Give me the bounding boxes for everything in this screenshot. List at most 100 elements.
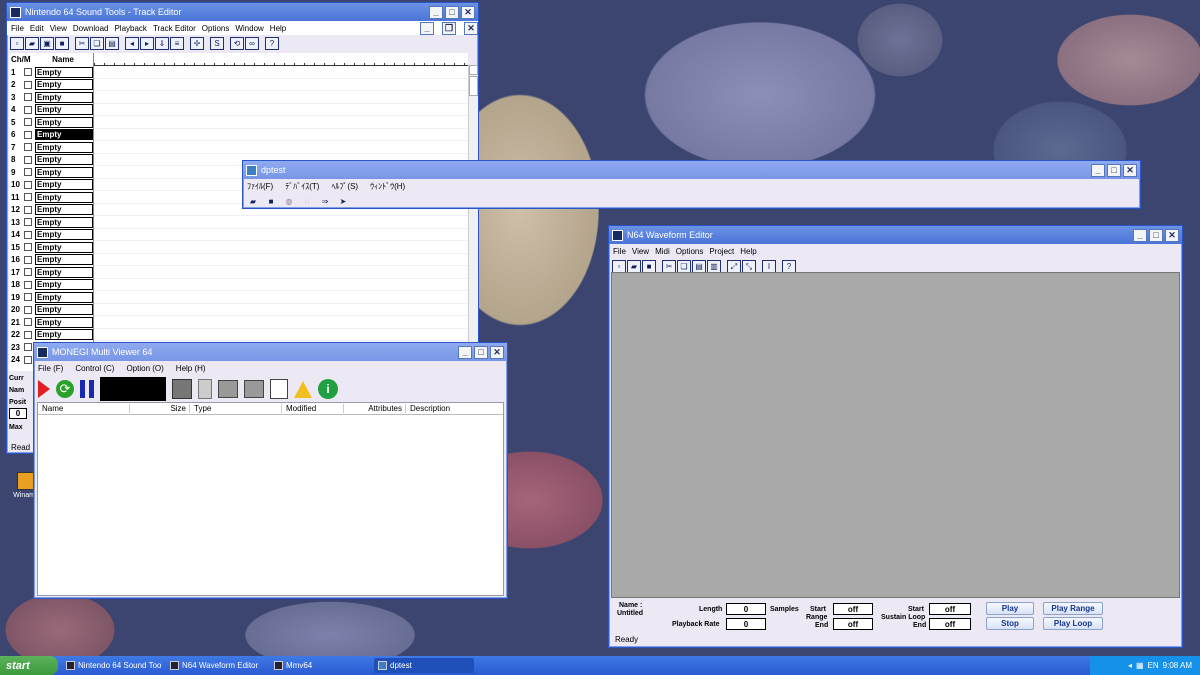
close-button[interactable]: ✕: [1165, 228, 1179, 242]
mute-checkbox[interactable]: [24, 293, 32, 302]
track-row[interactable]: 20 Empty: [9, 304, 93, 317]
track-name[interactable]: Empty: [35, 66, 93, 78]
mute-checkbox[interactable]: [24, 143, 32, 152]
column-header-attributes[interactable]: Attributes: [344, 404, 406, 413]
track-row[interactable]: 6 Empty: [9, 129, 93, 142]
track-name[interactable]: Empty: [35, 104, 93, 116]
track-name[interactable]: Empty: [35, 204, 93, 216]
loop-icon[interactable]: ⟲: [230, 37, 244, 50]
open-icon[interactable]: ▰: [25, 37, 39, 50]
minimize-button[interactable]: _: [1091, 163, 1105, 177]
track-row[interactable]: 21 Empty: [9, 316, 93, 329]
track-timeline[interactable]: [93, 53, 468, 371]
menu-help[interactable]: Help: [740, 247, 756, 256]
track-row[interactable]: 16 Empty: [9, 254, 93, 267]
menu-file[interactable]: ﾌｧｲﾙ(F): [247, 181, 273, 192]
mute-checkbox[interactable]: [24, 193, 32, 202]
column-header-name[interactable]: Name: [38, 404, 130, 413]
menu-options[interactable]: Options: [676, 247, 704, 256]
track-row[interactable]: 14 Empty: [9, 229, 93, 242]
save-icon[interactable]: ■: [264, 195, 278, 208]
mute-checkbox[interactable]: [24, 280, 32, 289]
copy-icon[interactable]: ❏: [90, 37, 104, 50]
menu-control[interactable]: Control (C): [75, 364, 114, 373]
taskbar-item-waveform[interactable]: N64 Waveform Editor: [166, 658, 266, 673]
track-row[interactable]: 1 Empty: [9, 66, 93, 79]
new-icon[interactable]: ▫: [10, 37, 24, 50]
inspect-icon[interactable]: [270, 379, 288, 399]
column-header-type[interactable]: Type: [190, 404, 282, 413]
cursor-icon[interactable]: ✢: [190, 37, 204, 50]
track-name[interactable]: Empty: [35, 116, 93, 128]
track-row[interactable]: 10 Empty: [9, 179, 93, 192]
mute-checkbox[interactable]: [24, 305, 32, 314]
run-icon[interactable]: ➤: [336, 195, 350, 208]
range-end-field[interactable]: off: [833, 618, 873, 630]
download-icon[interactable]: ⇓: [155, 37, 169, 50]
track-row[interactable]: 13 Empty: [9, 216, 93, 229]
menu-file[interactable]: File: [613, 247, 626, 256]
menu-playback[interactable]: Playback: [114, 24, 146, 33]
menu-window[interactable]: ｳｨﾝﾄﾞｳ(H): [370, 181, 405, 192]
mixer-icon[interactable]: ≡: [170, 37, 184, 50]
loop-start-field[interactable]: off: [929, 603, 971, 615]
forward-icon[interactable]: ▸: [140, 37, 154, 50]
mute-checkbox[interactable]: [24, 268, 32, 277]
track-name[interactable]: Empty: [35, 191, 93, 203]
mute-checkbox[interactable]: [24, 130, 32, 139]
network-icon[interactable]: ▦: [1136, 661, 1144, 670]
track-name[interactable]: Empty: [35, 291, 93, 303]
track-row[interactable]: 5 Empty: [9, 116, 93, 129]
save-icon[interactable]: ■: [55, 37, 69, 50]
maximize-button[interactable]: □: [1149, 228, 1163, 242]
maximize-button[interactable]: □: [474, 345, 488, 359]
menu-project[interactable]: Project: [709, 247, 734, 256]
menu-help[interactable]: Help: [270, 24, 286, 33]
mute-checkbox[interactable]: [24, 180, 32, 189]
mute-checkbox[interactable]: [24, 155, 32, 164]
mdi-close-button[interactable]: ✕: [464, 21, 478, 35]
vertical-scrollbar[interactable]: [468, 65, 478, 371]
minimize-button[interactable]: _: [429, 5, 443, 19]
play-loop-button[interactable]: Play Loop: [1043, 617, 1103, 630]
card-icon[interactable]: [198, 379, 212, 399]
language-indicator[interactable]: EN: [1148, 661, 1159, 670]
file-list[interactable]: Name Size Type Modified Attributes Descr…: [37, 402, 504, 596]
track-row[interactable]: 9 Empty: [9, 166, 93, 179]
mute-checkbox[interactable]: [24, 105, 32, 114]
rewind-icon[interactable]: ◂: [125, 37, 139, 50]
menu-file[interactable]: File: [11, 24, 24, 33]
start-button[interactable]: start: [0, 656, 58, 675]
mute-checkbox[interactable]: [24, 355, 32, 364]
menu-help[interactable]: Help (H): [176, 364, 206, 373]
dptest-titlebar[interactable]: dptest _ □ ✕: [243, 161, 1140, 179]
menu-window[interactable]: Window: [235, 24, 263, 33]
track-row[interactable]: 15 Empty: [9, 241, 93, 254]
minimize-button[interactable]: _: [1133, 228, 1147, 242]
track-name[interactable]: Empty: [35, 241, 93, 253]
transfer-icon[interactable]: ⇒: [318, 195, 332, 208]
scroll-thumb[interactable]: [469, 76, 478, 96]
menu-file[interactable]: File (F): [38, 364, 63, 373]
play-icon[interactable]: [38, 380, 50, 398]
mute-checkbox[interactable]: [24, 93, 32, 102]
track-name[interactable]: Empty: [35, 166, 93, 178]
mute-checkbox[interactable]: [24, 205, 32, 214]
track-name[interactable]: Empty: [35, 91, 93, 103]
menu-midi[interactable]: Midi: [655, 247, 670, 256]
mute-checkbox[interactable]: [24, 243, 32, 252]
track-name[interactable]: Empty: [35, 254, 93, 266]
column-header-size[interactable]: Size: [130, 404, 190, 413]
track-name[interactable]: Empty: [35, 79, 93, 91]
scroll-up-button[interactable]: [469, 65, 478, 75]
column-header-modified[interactable]: Modified: [282, 404, 344, 413]
disconnect-icon[interactable]: ◌: [300, 195, 314, 208]
track-name[interactable]: Empty: [35, 154, 93, 166]
speaker-icon[interactable]: ◂: [1128, 661, 1132, 670]
menu-view[interactable]: View: [50, 24, 67, 33]
mute-checkbox[interactable]: [24, 255, 32, 264]
cut-icon[interactable]: ✂: [75, 37, 89, 50]
play-range-button[interactable]: Play Range: [1043, 602, 1103, 615]
menu-help[interactable]: ﾍﾙﾌﾟ(S): [331, 181, 358, 192]
track-row[interactable]: 22 Empty: [9, 329, 93, 342]
